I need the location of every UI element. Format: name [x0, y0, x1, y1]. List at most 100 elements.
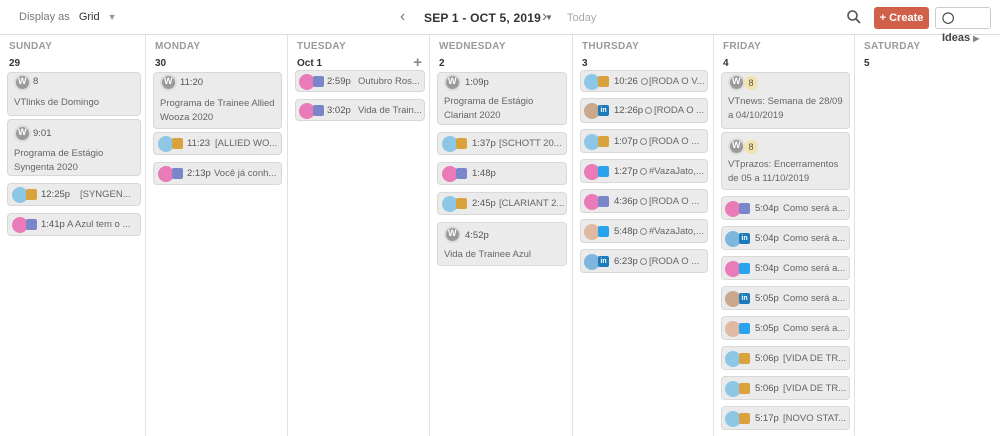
day-name: MONDAY	[155, 41, 201, 52]
post-card[interactable]: 1:37p [SCHOTT 20...	[437, 132, 567, 155]
clock-icon	[640, 258, 647, 265]
post-time: 5:04p	[755, 203, 779, 214]
linkedin-icon: in	[739, 293, 750, 304]
previous-week-icon[interactable]: ‹	[400, 9, 405, 25]
post-excerpt: Como será a...	[783, 263, 846, 274]
post-card[interactable]: 10:26 [RODA O V...	[580, 70, 708, 92]
post-excerpt: Como será a...	[783, 233, 846, 244]
post-card[interactable]: 1:41p A Azul tem o ...	[7, 213, 141, 236]
display-as-value[interactable]: Grid	[79, 11, 100, 23]
post-card[interactable]: 1:09p Programa de Estágio Clariant 2020	[437, 72, 567, 125]
post-card[interactable]: in 12:26p [RODA O ...	[580, 98, 708, 123]
next-week-icon[interactable]: ›	[542, 9, 547, 25]
clock-icon	[640, 198, 647, 205]
post-card[interactable]: 1:48p	[437, 162, 567, 185]
post-excerpt: Como será a...	[783, 323, 846, 334]
post-card[interactable]: 8 VTprazos: Encerramentos de 05 a 11/10/…	[721, 132, 850, 190]
post-time: 5:48p	[614, 226, 638, 237]
post-card[interactable]: in 5:05p Como será a...	[721, 286, 850, 310]
post-card[interactable]: 2:13p Você já conh...	[153, 162, 282, 185]
wordpress-icon	[728, 74, 745, 91]
post-excerpt: A Azul tem o ...	[67, 219, 131, 230]
post-excerpt: #VazaJato,...	[649, 226, 704, 237]
post-excerpt: Outubro Ros...	[358, 76, 420, 87]
post-card[interactable]: 4:52p Vida de Trainee Azul	[437, 222, 567, 266]
post-excerpt: [RODA O V...	[649, 76, 705, 87]
post-card[interactable]: 2:59p Outubro Ros...	[295, 70, 425, 92]
post-card[interactable]: 11:23 [ALLIED WO...	[153, 132, 282, 155]
add-post-icon[interactable]: +	[413, 54, 422, 71]
instagram-icon	[598, 76, 609, 87]
post-title: Vida de Trainee Azul	[444, 249, 531, 260]
post-card[interactable]: 5:05p Como será a...	[721, 316, 850, 340]
post-card[interactable]: 11:20 Programa de Trainee Allied Wooza 2…	[153, 72, 282, 129]
day-number: 5	[864, 58, 870, 69]
day-column-wednesday: WEDNESDAY 2 1:09p Programa de Estágio Cl…	[430, 35, 573, 436]
chevron-down-icon[interactable]: ▼	[108, 12, 117, 22]
calendar-toolbar: Display as Grid ▼ ‹ SEP 1 - OCT 5, 2019 ▼…	[0, 0, 1000, 44]
post-time: 3:02p	[327, 105, 351, 116]
lightbulb-icon: ◯	[942, 12, 955, 24]
post-card[interactable]: 4:36p [RODA O ...	[580, 189, 708, 213]
ideas-button[interactable]: ◯ Ideas ▶	[935, 7, 991, 44]
wordpress-icon	[444, 74, 461, 91]
post-card[interactable]: 8 VTnews: Semana de 28/09 a 04/10/2019	[721, 72, 850, 129]
today-button[interactable]: Today	[567, 12, 596, 24]
date-range-label: SEP 1 - OCT 5, 2019	[424, 11, 541, 25]
linkedin-icon: in	[739, 233, 750, 244]
post-time: 5:06p	[755, 383, 779, 394]
post-card[interactable]: 5:06p [VIDA DE TR...	[721, 376, 850, 400]
clock-icon	[641, 78, 648, 85]
create-button[interactable]: + Create	[874, 7, 929, 29]
post-time: 4:36p	[614, 196, 638, 207]
search-icon[interactable]	[846, 9, 862, 25]
day-number: 3	[582, 58, 588, 69]
day-column-friday: FRIDAY 4 8 VTnews: Semana de 28/09 a 04/…	[714, 35, 855, 436]
post-card[interactable]: 5:48p #VazaJato,...	[580, 219, 708, 243]
post-time: 2:13p	[187, 168, 211, 179]
post-card[interactable]: in 5:04p Como será a...	[721, 226, 850, 250]
post-card[interactable]: 2:45p [CLARIANT 2...	[437, 192, 567, 215]
facebook-icon	[26, 219, 37, 230]
post-card[interactable]: 3:02p Vida de Train...	[295, 99, 425, 121]
post-excerpt: [RODA O ...	[649, 256, 700, 267]
post-card[interactable]: 9:01 Programa de Estágio Syngenta 2020	[7, 119, 141, 176]
post-card[interactable]: 5:06p [VIDA DE TR...	[721, 346, 850, 370]
post-title: VTnews: Semana de 28/09 a 04/10/2019	[728, 96, 843, 121]
post-card[interactable]: 5:17p [NOVO STAT...	[721, 406, 850, 430]
post-excerpt: [VIDA DE TR...	[783, 383, 847, 394]
day-number: Oct 1	[297, 58, 323, 69]
display-as-control[interactable]: Display as Grid ▼	[19, 11, 117, 23]
post-card[interactable]: 8 VTlinks de Domingo	[7, 72, 141, 116]
post-card[interactable]: in 6:23p [RODA O ...	[580, 249, 708, 273]
post-card[interactable]: 5:04p Como será a...	[721, 196, 850, 220]
post-excerpt: [NOVO STAT...	[783, 413, 846, 424]
twitter-icon	[598, 226, 609, 237]
post-excerpt: Vida de Train...	[358, 105, 422, 116]
date-range-selector[interactable]: SEP 1 - OCT 5, 2019 ▼	[424, 11, 553, 25]
post-title: Programa de Trainee Allied Wooza 2020	[160, 98, 275, 123]
post-time: 1:07p	[614, 136, 638, 147]
post-time: 2:59p	[327, 76, 351, 87]
post-card[interactable]: 1:27p #VazaJato,...	[580, 159, 708, 183]
post-time: 5:05p	[755, 293, 779, 304]
post-excerpt: [VIDA DE TR...	[783, 353, 847, 364]
facebook-icon	[172, 168, 183, 179]
post-card[interactable]: 12:25p [SYNGEN...	[7, 183, 141, 206]
post-title: VTlinks de Domingo	[14, 97, 100, 108]
wordpress-icon	[444, 226, 461, 243]
post-excerpt: [CLARIANT 2...	[499, 198, 565, 209]
post-card[interactable]: 5:04p Como será a...	[721, 256, 850, 280]
post-card[interactable]: 1:07p [RODA O ...	[580, 129, 708, 153]
post-title: Programa de Estágio Clariant 2020	[444, 96, 534, 121]
linkedin-icon: in	[598, 256, 609, 267]
facebook-icon	[598, 196, 609, 207]
day-name: TUESDAY	[297, 41, 346, 52]
post-time: 4:52p	[465, 230, 489, 241]
instagram-icon	[739, 353, 750, 364]
post-time: 12:26p	[614, 105, 644, 116]
day-number: 30	[155, 58, 167, 69]
post-count: 8	[33, 76, 39, 87]
post-title: Programa de Estágio Syngenta 2020	[14, 148, 104, 173]
post-excerpt: Você já conh...	[214, 168, 277, 179]
